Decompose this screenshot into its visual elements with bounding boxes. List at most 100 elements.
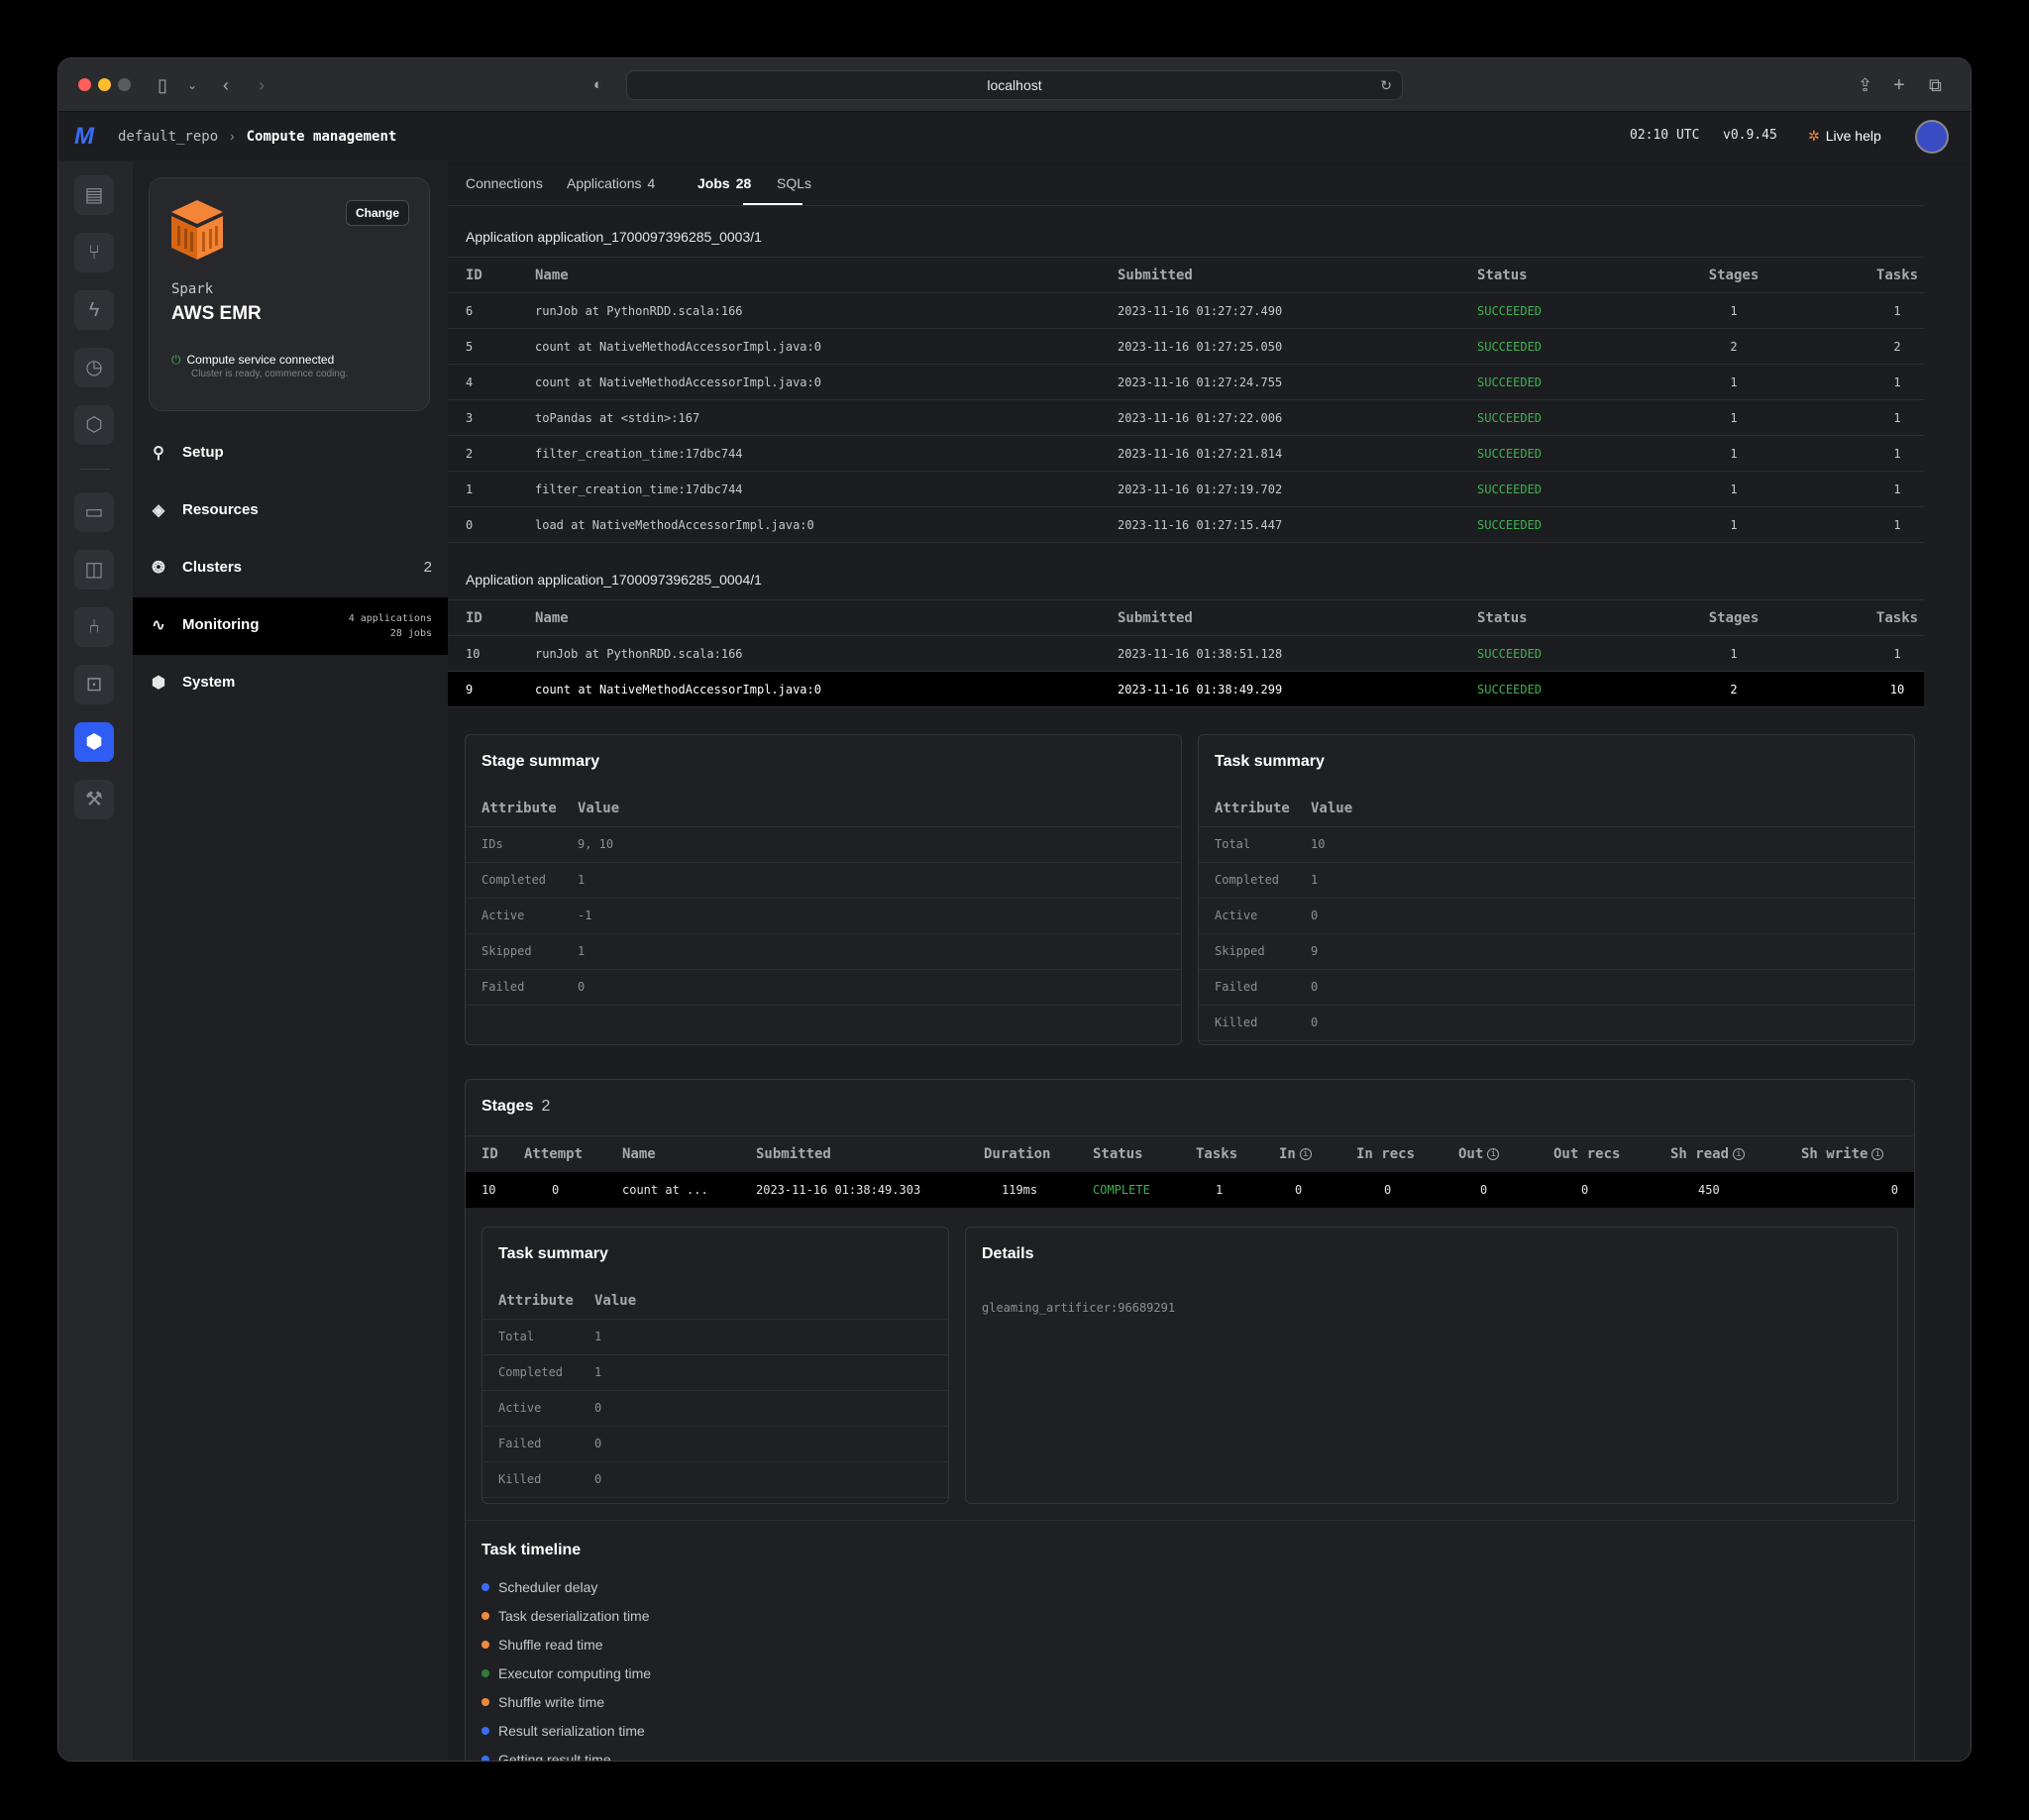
templates-icon[interactable]: ◫ — [74, 550, 114, 589]
browser-window: ▯ ⌄ ‹ › ◐ localhost ↻ ⇪ + ⧉ M default_re… — [57, 57, 1972, 1762]
table-row[interactable]: 1 filter_creation_time:17dbc744 2023-11-16… — [448, 471, 1924, 507]
job-submitted: 2023-11-16 01:27:25.050 — [1118, 328, 1477, 365]
timeline-legend-item: Getting result time — [481, 1752, 611, 1761]
details-title: Details — [982, 1245, 1034, 1262]
timeline-legend-label: Task deserialization time — [498, 1608, 650, 1624]
job-submitted: 2023-11-16 01:27:21.814 — [1118, 435, 1477, 472]
col-submitted: Submitted — [1118, 257, 1477, 293]
table-row-selected[interactable]: 10 0 count at ... 2023-11-16 01:38:49.30… — [466, 1171, 1914, 1208]
table-row[interactable]: 4 count at NativeMethodAccessorImpl.java:… — [448, 364, 1924, 400]
breadcrumb-repo[interactable]: default_repo — [118, 129, 218, 145]
job-status: SUCCEEDED — [1477, 435, 1661, 472]
table-row: Total 10 — [1199, 826, 1914, 863]
compute-icon[interactable]: ⬢ — [74, 722, 114, 762]
attr-value: 1 — [594, 1354, 948, 1391]
nav-monitoring[interactable]: ∿ Monitoring 4 applications 28 jobs — [133, 597, 448, 655]
job-status: SUCCEEDED — [1477, 292, 1661, 329]
attr-value: 0 — [594, 1390, 948, 1427]
privacy-shield-icon[interactable]: ◐ — [593, 73, 602, 97]
task-summary-table: Attribute Value Total 10 Completed 1 Active… — [1199, 791, 1914, 1041]
version-control-icon[interactable]: ⑃ — [74, 607, 114, 647]
info-icon[interactable]: i — [1871, 1147, 1884, 1160]
table-row: Active 0 — [482, 1390, 948, 1427]
col-stages: Stages — [1661, 599, 1806, 636]
timeline-legend-item: Scheduler delay — [481, 1579, 597, 1595]
table-row[interactable]: 0 load at NativeMethodAccessorImpl.java:0… — [448, 506, 1924, 543]
stages-divider — [466, 1520, 1914, 1521]
col-value: Value — [594, 1283, 948, 1320]
attr-value: 1 — [578, 933, 1181, 970]
timeline-legend-item: Task deserialization time — [481, 1608, 650, 1624]
job-status: SUCCEEDED — [1477, 399, 1661, 436]
job-name: count at NativeMethodAccessorImpl.java:0 — [535, 364, 1118, 400]
stages-table-header: ID Attempt Name Submitted Duration Statu… — [466, 1135, 1914, 1172]
blocks-icon[interactable]: ⬡ — [74, 405, 114, 445]
triggers-icon[interactable]: ϟ — [74, 290, 114, 330]
job-submitted: 2023-11-16 01:27:15.447 — [1118, 506, 1477, 543]
tab-connections[interactable]: Connections — [466, 175, 543, 191]
pipelines-icon[interactable]: ⑂ — [74, 233, 114, 272]
job-submitted: 2023-11-16 01:27:24.755 — [1118, 364, 1477, 400]
tab-divider — [448, 205, 1924, 206]
application-title: Application application_1700097396285_00… — [466, 572, 762, 588]
nav-system[interactable]: ⬢ System — [133, 655, 448, 712]
new-tab-icon[interactable]: + — [1893, 73, 1905, 97]
dashboard-icon[interactable]: ▤ — [74, 175, 114, 215]
connection-status-sub: Cluster is ready, commence coding. — [191, 369, 349, 379]
nav-monitoring-label: Monitoring — [182, 616, 260, 633]
change-compute-button[interactable]: Change — [345, 200, 409, 226]
app-logo[interactable]: M — [74, 125, 94, 149]
chevron-down-icon[interactable]: ⌄ — [187, 73, 197, 97]
job-stages: 1 — [1661, 435, 1806, 472]
table-row[interactable]: 2 filter_creation_time:17dbc744 2023-11-16… — [448, 435, 1924, 472]
terminal-icon[interactable]: ⊡ — [74, 665, 114, 704]
page-title: Compute management — [246, 129, 397, 145]
tab-applications-label: Applications — [567, 175, 642, 191]
table-row[interactable]: 3 toPandas at <stdin>:167 2023-11-16 01:27… — [448, 399, 1924, 436]
files-icon[interactable]: ▭ — [74, 492, 114, 532]
info-icon[interactable]: i — [1733, 1147, 1746, 1160]
avatar[interactable] — [1915, 120, 1949, 154]
job-tasks: 1 — [1806, 635, 1924, 672]
address-bar[interactable]: localhost ↻ — [626, 70, 1403, 100]
minimize-window-button[interactable] — [98, 78, 111, 91]
share-icon[interactable]: ⇪ — [1858, 73, 1872, 97]
stage-duration: 119ms — [984, 1171, 1093, 1208]
job-id: 10 — [448, 635, 535, 672]
nav-clusters[interactable]: ❂ Clusters 2 — [133, 540, 448, 597]
job-name: filter_creation_time:17dbc744 — [535, 471, 1118, 507]
task-summary-title: Task summary — [1215, 753, 1325, 770]
live-help-button[interactable]: ✲ Live help — [1808, 128, 1881, 145]
table-row[interactable]: 5 count at NativeMethodAccessorImpl.java:… — [448, 328, 1924, 365]
stage-out: 0 — [1458, 1171, 1553, 1208]
job-stages: 1 — [1661, 635, 1806, 672]
table-row-selected[interactable]: 9 count at NativeMethodAccessorImpl.java:… — [448, 671, 1924, 707]
job-id: 6 — [448, 292, 535, 329]
forward-icon[interactable]: › — [259, 73, 265, 97]
nav-setup[interactable]: ⚲ Setup — [133, 425, 448, 482]
info-icon[interactable]: i — [1299, 1147, 1312, 1160]
zoom-window-button[interactable] — [118, 78, 131, 91]
tab-overview-icon[interactable]: ⧉ — [1929, 73, 1942, 97]
job-stages: 2 — [1661, 328, 1806, 365]
tab-jobs[interactable]: Jobs 28 — [697, 175, 751, 191]
back-icon[interactable]: ‹ — [223, 73, 229, 97]
legend-dot-icon — [481, 1669, 489, 1677]
tab-applications[interactable]: Applications 4 — [567, 175, 655, 191]
tab-sqls[interactable]: SQLs — [777, 175, 811, 191]
sidebar-toggle-icon[interactable]: ▯ — [158, 73, 167, 97]
compute-card: Change Spark AWS EMR ⏻ Compute service co… — [149, 177, 430, 411]
settings-wrench-icon[interactable]: ⚒ — [74, 780, 114, 819]
close-window-button[interactable] — [78, 78, 91, 91]
info-icon[interactable]: i — [1487, 1147, 1500, 1160]
nav-resources[interactable]: ◈ Resources — [133, 482, 448, 540]
job-submitted: 2023-11-16 01:27:27.490 — [1118, 292, 1477, 329]
breadcrumb: default_repo › Compute management — [118, 128, 396, 145]
table-row: Completed 1 — [482, 1354, 948, 1391]
reload-icon[interactable]: ↻ — [1380, 71, 1392, 99]
table-row[interactable]: 6 runJob at PythonRDD.scala:166 2023-11-16… — [448, 292, 1924, 329]
table-row[interactable]: 10 runJob at PythonRDD.scala:166 2023-11-1… — [448, 635, 1924, 672]
history-icon[interactable]: ◷ — [74, 348, 114, 387]
col-stage-submitted: Submitted — [756, 1135, 984, 1172]
stages-title-label: Stages — [481, 1098, 534, 1115]
